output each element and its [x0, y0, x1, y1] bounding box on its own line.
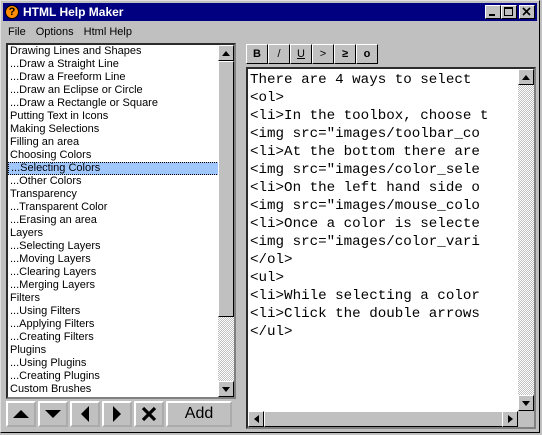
menu-file[interactable]: File [3, 26, 31, 38]
topic-nav-toolbar: Add [6, 401, 232, 427]
editor-hscroll-thumb[interactable] [264, 411, 504, 427]
menu-bar: File Options Html Help [3, 23, 137, 41]
topic-list-item[interactable]: ...Using Plugins [8, 357, 221, 370]
editor-line: There are 4 ways to select [250, 72, 472, 88]
scroll-left-arrow-icon [253, 415, 259, 423]
editor-line: <li>While selecting a color [250, 288, 480, 304]
editor-scroll-right-button[interactable] [502, 411, 518, 427]
editor-line: <li>On the left hand side o [250, 180, 480, 196]
minimize-icon [489, 14, 495, 16]
editor-scroll-down-button[interactable] [518, 395, 534, 411]
topic-list-item[interactable]: Making Selections [8, 123, 221, 136]
topic-list-item[interactable]: ...Applying Filters [8, 318, 221, 331]
editor-line: <ul> [250, 270, 285, 286]
editor-line: <img src="images/mouse_colo [250, 198, 480, 214]
topic-list-item[interactable]: ...Selecting Colors [8, 162, 221, 175]
editor-text-area[interactable]: There are 4 ways to select <ol> <li>In the… [250, 71, 518, 411]
editor-line: <li>Once a color is selecte [250, 216, 480, 232]
topic-list-item[interactable]: ...Draw a Freeform Line [8, 71, 221, 84]
topic-list-item[interactable]: ...Erasing an area [8, 214, 221, 227]
main-window: ? HTML Help Maker File Options Html Help… [0, 0, 540, 433]
title-bar[interactable]: ? HTML Help Maker [3, 3, 537, 21]
help-app-icon[interactable]: ? [5, 5, 19, 19]
topic-list-item[interactable]: ...Transparent Color [8, 201, 221, 214]
editor-line: <img src="images/toolbar_co [250, 126, 480, 142]
topic-list-item[interactable]: Filling an area [8, 136, 221, 149]
move-left-icon [81, 406, 89, 422]
scroll-down-arrow-icon [522, 400, 530, 406]
topic-list-item[interactable]: ...Creating Filters [8, 331, 221, 344]
move-up-button[interactable] [6, 401, 36, 427]
editor-horizontal-scrollbar[interactable] [248, 411, 518, 427]
topic-list-item[interactable]: ...Creating Plugins [8, 370, 221, 383]
editor-line: <img src="images/color_sele [250, 162, 480, 178]
scroll-down-arrow-icon [222, 386, 230, 392]
editor-vertical-scrollbar[interactable] [518, 69, 534, 411]
topic-list-item[interactable]: Choosing Colors [8, 149, 221, 162]
greater-than-button[interactable]: > [312, 44, 334, 64]
delete-topic-button[interactable] [134, 401, 164, 427]
bullet-button[interactable]: o [356, 44, 378, 64]
minimize-button[interactable] [485, 5, 501, 19]
editor-scroll-up-button[interactable] [518, 69, 534, 85]
topic-list-item[interactable]: Custom Brushes [8, 383, 221, 396]
scroll-up-arrow-icon [222, 50, 230, 56]
window-title: HTML Help Maker [23, 5, 124, 19]
editor-line: <li>Click the double arrows [250, 306, 480, 322]
maximize-button[interactable] [501, 5, 517, 19]
bold-button[interactable]: B [246, 44, 268, 64]
topic-list-item[interactable]: ...Draw a Straight Line [8, 58, 221, 71]
menu-options[interactable]: Options [31, 26, 79, 38]
topic-list-scrollbar[interactable] [218, 45, 234, 397]
greater-equal-button[interactable]: ≥ [334, 44, 356, 64]
editor-line: <li>At the bottom there are [250, 144, 480, 160]
scroll-down-button[interactable] [218, 381, 234, 397]
topic-list-item[interactable]: Drawing Lines and Shapes [8, 45, 221, 58]
add-topic-button[interactable]: Add [166, 401, 232, 427]
close-icon [522, 7, 531, 16]
topic-list-item[interactable]: ...Draw an Eclipse or Circle [8, 84, 221, 97]
underline-button[interactable]: U [290, 44, 312, 64]
move-left-button[interactable] [70, 401, 100, 427]
html-editor[interactable]: There are 4 ways to select <ol> <li>In the… [246, 67, 536, 429]
scroll-right-arrow-icon [507, 415, 513, 423]
move-down-button[interactable] [38, 401, 68, 427]
scroll-up-arrow-icon [522, 74, 530, 80]
topic-list-item[interactable]: Putting Text in Icons [8, 110, 221, 123]
topic-list-item[interactable]: ...Merging Layers [8, 279, 221, 292]
topic-list-item[interactable]: Transparency [8, 188, 221, 201]
window-controls [485, 5, 535, 19]
topic-list-item[interactable]: ...Draw a Rectangle or Square [8, 97, 221, 110]
delete-icon [141, 406, 157, 422]
editor-line: <ol> [250, 90, 285, 106]
scroll-up-button[interactable] [218, 45, 234, 61]
topic-list-item[interactable]: ...Other Colors [8, 175, 221, 188]
move-right-icon [113, 406, 121, 422]
move-up-icon [13, 410, 29, 418]
editor-line: </ul> [250, 324, 293, 340]
move-down-icon [45, 410, 61, 418]
italic-button[interactable]: / [268, 44, 290, 64]
format-toolbar: B / U > ≥ o [246, 44, 378, 64]
topic-items: Drawing Lines and Shapes ...Draw a Straig… [8, 45, 221, 396]
pane-splitter[interactable] [239, 43, 243, 429]
editor-line: <img src="images/color_vari [250, 234, 480, 250]
menu-html-help[interactable]: Html Help [79, 26, 137, 38]
topic-list-item[interactable]: ...Selecting Layers [8, 240, 221, 253]
topic-list-item[interactable]: ...Using Filters [8, 305, 221, 318]
size-grip[interactable] [518, 411, 534, 427]
topic-list-item[interactable]: Layers [8, 227, 221, 240]
topic-list-item[interactable]: Plugins [8, 344, 221, 357]
editor-line: <li>In the toolbox, choose t [250, 108, 489, 124]
topic-list-item[interactable]: ...Moving Layers [8, 253, 221, 266]
topic-list-scroll-thumb[interactable] [218, 61, 234, 317]
topic-list-item[interactable]: ...Clearing Layers [8, 266, 221, 279]
editor-line: </ol> [250, 252, 293, 268]
close-button[interactable] [519, 5, 535, 19]
maximize-icon [504, 7, 513, 16]
topic-list-item[interactable]: Filters [8, 292, 221, 305]
topic-list[interactable]: Drawing Lines and Shapes ...Draw a Straig… [6, 43, 236, 399]
editor-scroll-left-button[interactable] [248, 411, 264, 427]
move-right-button[interactable] [102, 401, 132, 427]
